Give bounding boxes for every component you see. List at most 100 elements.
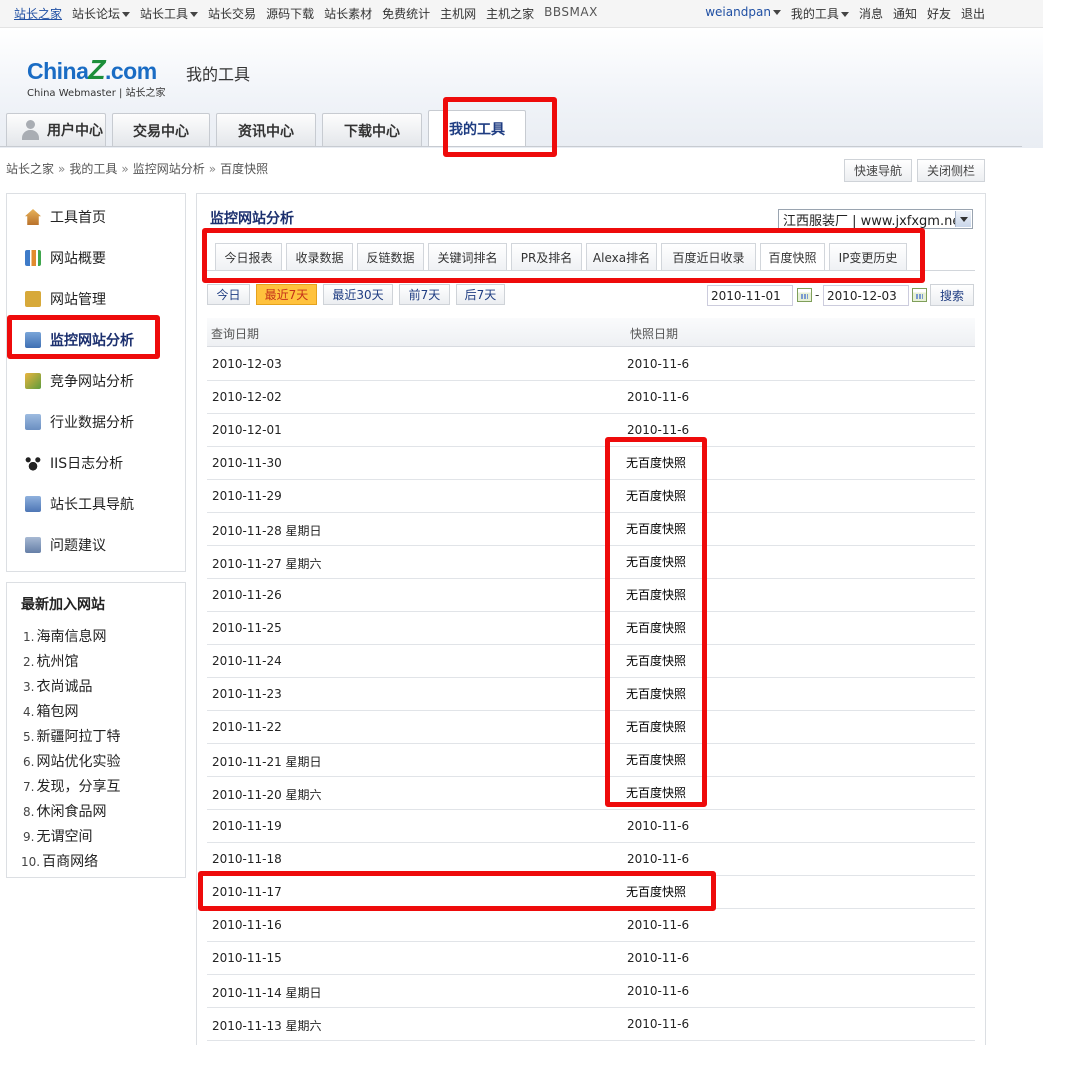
sidebar-item-tools-home[interactable]: 工具首页 [25, 207, 106, 227]
top-link-hosthome[interactable]: 主机之家 [486, 5, 534, 22]
feedback-icon [25, 537, 41, 553]
table-row: 2010-11-14 星期日 2010-11-6 [207, 974, 975, 1008]
user-menu[interactable]: weiandpan [705, 5, 781, 22]
calendar-icon[interactable] [912, 288, 927, 302]
query-date-cell: 2010-11-24 [212, 654, 282, 668]
subtab-pr-rank[interactable]: PR及排名 [511, 243, 582, 271]
new-site-link[interactable]: 8. 休闲食品网 [23, 801, 106, 821]
subtab-index-data[interactable]: 收录数据 [286, 243, 353, 271]
logo-suffix: .com [105, 58, 157, 84]
sub-tabs: 今日报表 收录数据 反链数据 关键词排名 PR及排名 Alexa排名 百度近日收… [215, 243, 911, 271]
list-number: 6. [23, 755, 35, 769]
top-link-forum[interactable]: 站长论坛 [72, 5, 131, 22]
search-button[interactable]: 搜索 [930, 284, 974, 306]
top-link-bbsmax[interactable]: BBSMAX [544, 5, 598, 22]
snapshot-date-cell: 无百度快照 [626, 687, 687, 701]
snapshot-date-cell: 无百度快照 [626, 654, 687, 668]
sidebar-item-iis-log[interactable]: IIS日志分析 [25, 453, 123, 473]
top-link-tools[interactable]: 站长工具 [140, 5, 199, 22]
date-to-input[interactable]: 2010-12-03 [823, 285, 909, 306]
subtab-baidu-recent[interactable]: 百度近日收录 [661, 243, 756, 271]
tab-trade-center[interactable]: 交易中心 [112, 113, 210, 147]
list-number: 10. [21, 855, 41, 869]
quick-nav-button[interactable]: 快速导航 [843, 159, 912, 182]
sidebar-item-compete[interactable]: 竞争网站分析 [25, 371, 134, 391]
subtab-today-report[interactable]: 今日报表 [215, 243, 282, 271]
breadcrumb: 站长之家» 我的工具» 监控网站分析» 百度快照 [6, 160, 268, 177]
query-date-cell: 2010-11-13 星期六 [212, 1019, 322, 1033]
sidebar-item-site-manage[interactable]: 网站管理 [25, 289, 106, 309]
notifications-link[interactable]: 通知 [893, 5, 917, 22]
new-site-link[interactable]: 10. 百商网络 [21, 851, 98, 871]
new-site-label: 衣尚诚品 [36, 679, 93, 695]
table-row: 2010-12-02 2010-11-6 [207, 380, 975, 414]
date-separator: - [815, 288, 820, 302]
tab-user-center[interactable]: 用户中心 [6, 113, 106, 146]
new-site-link[interactable]: 4. 箱包网 [23, 701, 78, 721]
top-link-source[interactable]: 源码下载 [266, 5, 314, 22]
tab-news-center[interactable]: 资讯中心 [216, 113, 316, 147]
sidebar-item-industry[interactable]: 行业数据分析 [25, 412, 134, 432]
my-tools-menu[interactable]: 我的工具 [791, 5, 849, 22]
sidebar-item-label: 工具首页 [50, 210, 106, 226]
breadcrumb-my-tools[interactable]: 我的工具 [69, 162, 117, 176]
top-link-material[interactable]: 站长素材 [324, 5, 372, 22]
breadcrumb-home[interactable]: 站长之家 [6, 162, 54, 176]
chinaz-logo[interactable]: ChinaZ.com China Webmaster | 站长之家 [27, 54, 166, 99]
query-date-cell: 2010-11-16 [212, 918, 282, 932]
sidebar-item-feedback[interactable]: 问题建议 [25, 535, 106, 555]
compete-icon [25, 373, 41, 389]
top-link-forum-label: 站长论坛 [72, 7, 121, 21]
new-site-link[interactable]: 2. 杭州馆 [23, 651, 78, 671]
list-number: 2. [23, 655, 35, 669]
snapshot-date-cell: 无百度快照 [626, 555, 687, 569]
logo-wordmark: ChinaZ.com [27, 54, 166, 86]
sidebar-menu: 工具首页 网站概要 网站管理 监控网站分析 竞争网站分析 行业数据分析 IIS日… [6, 193, 186, 572]
new-site-label: 网站优化实验 [36, 754, 121, 770]
sidebar-item-site-overview[interactable]: 网站概要 [25, 248, 106, 268]
top-link-chinaz[interactable]: 站长之家 [14, 5, 62, 22]
subtab-ip-history[interactable]: IP变更历史 [829, 243, 907, 271]
new-site-label: 百商网络 [42, 854, 99, 870]
filter-prev7-button[interactable]: 前7天 [399, 284, 450, 305]
header-title: 我的工具 [186, 65, 251, 84]
snapshot-date-cell: 无百度快照 [626, 786, 687, 800]
top-link-stats[interactable]: 免费统计 [382, 5, 430, 22]
snapshot-date-cell: 2010-11-6 [627, 1017, 690, 1031]
table-row: 2010-11-21 星期日 无百度快照 [207, 743, 975, 777]
filter-last7-button[interactable]: 最近7天 [256, 284, 317, 305]
date-from-input[interactable]: 2010-11-01 [707, 285, 793, 306]
subtab-alexa-rank[interactable]: Alexa排名 [586, 243, 657, 271]
close-sidebar-button[interactable]: 关闭侧栏 [916, 159, 985, 182]
new-site-link[interactable]: 6. 网站优化实验 [23, 751, 120, 771]
calendar-icon[interactable] [797, 288, 812, 302]
filter-last30-button[interactable]: 最近30天 [323, 284, 393, 305]
filter-next7-button[interactable]: 后7天 [456, 284, 505, 305]
tab-my-tools[interactable]: 我的工具 [428, 110, 526, 147]
top-link-trade[interactable]: 站长交易 [208, 5, 256, 22]
new-site-link[interactable]: 3. 衣尚诚品 [23, 676, 92, 696]
new-site-label: 无谓空间 [36, 829, 93, 845]
new-site-link[interactable]: 1. 海南信息网 [23, 626, 106, 646]
sidebar-item-tool-nav[interactable]: 站长工具导航 [25, 494, 134, 514]
snapshot-date-cell: 无百度快照 [626, 753, 687, 767]
sidebar-item-monitor[interactable]: 监控网站分析 [25, 330, 134, 350]
friends-link[interactable]: 好友 [927, 5, 951, 22]
breadcrumb-monitor[interactable]: 监控网站分析 [133, 162, 205, 176]
new-site-link[interactable]: 5. 新疆阿拉丁特 [23, 726, 120, 746]
subtab-backlinks[interactable]: 反链数据 [357, 243, 424, 271]
top-link-host[interactable]: 主机网 [440, 5, 476, 22]
new-site-link[interactable]: 9. 无谓空间 [23, 826, 92, 846]
logout-link[interactable]: 退出 [961, 5, 985, 22]
messages-link[interactable]: 消息 [859, 5, 883, 22]
new-site-link[interactable]: 7. 发现，分享互 [23, 776, 120, 796]
subtab-baidu-snapshot[interactable]: 百度快照 [760, 243, 825, 271]
filter-today-button[interactable]: 今日 [207, 284, 250, 305]
top-link-tools-label: 站长工具 [140, 7, 189, 21]
logo-main: China [27, 58, 89, 84]
tab-download-center[interactable]: 下载中心 [322, 113, 422, 147]
site-select[interactable]: 江西服装厂 | www.jxfxgm.net [778, 209, 973, 229]
top-bar: 站长之家 站长论坛 站长工具 站长交易 源码下载 站长素材 免费统计 主机网 主… [0, 0, 1043, 28]
subtab-keyword-rank[interactable]: 关键词排名 [428, 243, 507, 271]
chevron-down-icon [122, 12, 131, 17]
